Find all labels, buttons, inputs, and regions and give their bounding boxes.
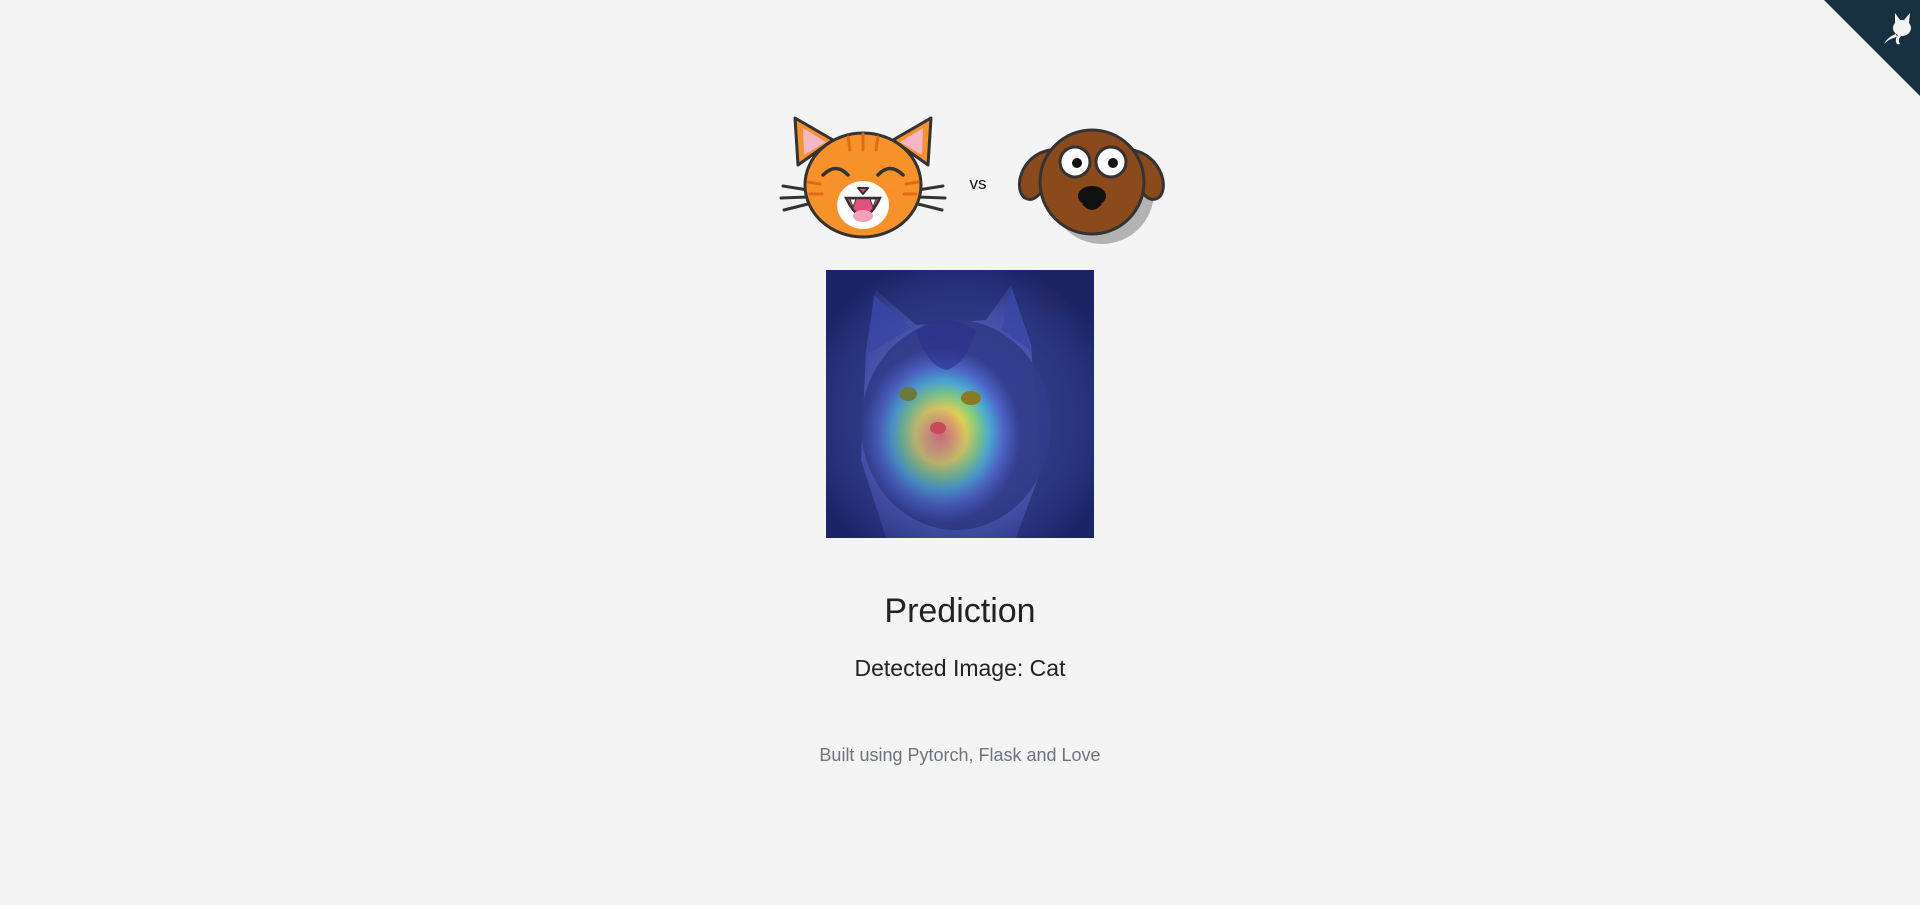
footer-text: Built using Pytorch, Flask and Love	[819, 745, 1101, 765]
prediction-heatmap-image	[826, 270, 1094, 538]
dog-face-icon	[1017, 128, 1165, 244]
github-octocat-icon	[1824, 0, 1920, 96]
cat-face-icon	[779, 116, 947, 239]
prediction-title: Prediction	[884, 592, 1036, 630]
github-corner-link[interactable]	[1824, 0, 1920, 96]
logos-row: vs	[0, 110, 1920, 245]
detected-label: Detected Image: Cat	[854, 655, 1066, 681]
page: vs Prediction Detected Image: Cat Built …	[0, 0, 1920, 905]
vs-label: vs	[969, 174, 987, 193]
